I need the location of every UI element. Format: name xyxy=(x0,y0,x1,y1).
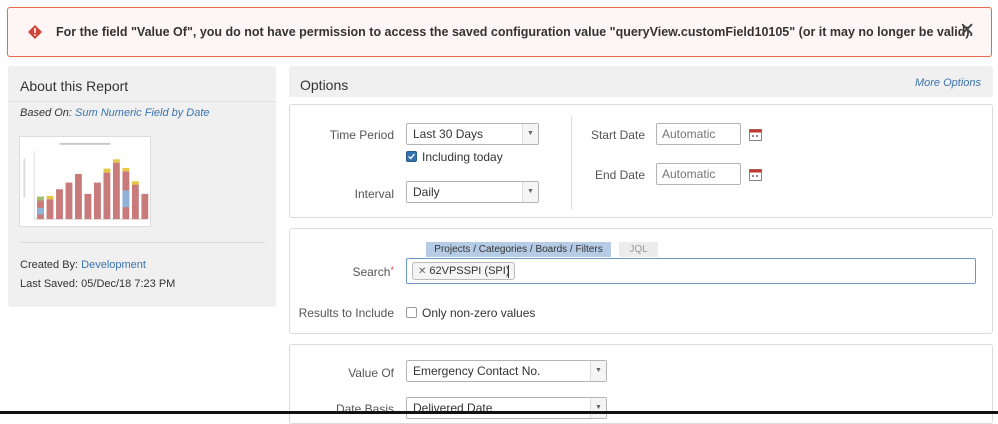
more-options-link[interactable]: More Options xyxy=(915,77,981,89)
report-thumbnail[interactable] xyxy=(19,136,151,227)
thumbnail-bar xyxy=(56,189,63,220)
based-on-link[interactable]: Sum Numeric Field by Date xyxy=(75,107,210,119)
thumbnail-bar-cap xyxy=(103,168,111,173)
created-by-label: Created By: xyxy=(20,259,79,271)
created-by-link[interactable]: Development xyxy=(81,259,146,271)
thumbnail-bar xyxy=(93,182,101,220)
chevron-down-icon: ▼ xyxy=(590,398,606,418)
check-icon xyxy=(408,153,415,160)
end-date-label: End Date xyxy=(594,168,645,182)
last-saved: Last Saved: 05/Dec/18 7:23 PM xyxy=(20,278,176,290)
thumbnail-bar xyxy=(103,172,111,220)
time-settings-box xyxy=(289,104,993,218)
text-caret xyxy=(508,265,509,278)
search-label: Search* xyxy=(300,265,394,279)
value-of-select[interactable]: Emergency Contact No. ▼ xyxy=(406,360,607,382)
thumbnail-bar xyxy=(46,199,54,220)
tab-projects-categories-boards-filters[interactable]: Projects / Categories / Boards / Filters xyxy=(426,242,611,257)
search-token[interactable]: ✕ 62VPSSPI (SPI) xyxy=(412,262,516,280)
results-include-label: Results to Include xyxy=(298,306,394,320)
thumbnail-bar xyxy=(75,173,82,220)
interval-label: Interval xyxy=(354,187,394,201)
thumbnail-bar xyxy=(65,182,73,220)
non-zero-checkbox[interactable] xyxy=(406,307,417,318)
thumbnail-bar xyxy=(84,193,92,220)
required-marker: * xyxy=(390,265,394,275)
warning-icon xyxy=(28,25,42,39)
search-label-text: Search xyxy=(352,265,391,279)
divider xyxy=(8,101,276,102)
alert-message: For the field "Value Of", you do not hav… xyxy=(56,25,973,39)
close-icon[interactable]: ✕ xyxy=(959,21,975,40)
thumbnail-bar-cap xyxy=(112,159,120,163)
thumbnail-title-line xyxy=(59,142,111,145)
value-of-label: Value Of xyxy=(348,366,394,380)
thumbnail-bar-segment xyxy=(37,207,44,215)
time-period-label: Time Period xyxy=(329,128,394,142)
value-of-value: Emergency Contact No. xyxy=(413,364,541,378)
options-header: Options More Options xyxy=(289,66,993,97)
interval-select[interactable]: Daily ▼ xyxy=(406,181,539,203)
start-date-label: Start Date xyxy=(590,128,645,142)
chevron-down-icon: ▼ xyxy=(522,124,538,144)
date-basis-select[interactable]: Delivered Date ▼ xyxy=(406,397,607,419)
thumbnail-bar-segment xyxy=(122,190,130,208)
about-title: About this Report xyxy=(20,78,129,94)
calendar-icon[interactable] xyxy=(749,168,762,181)
divider xyxy=(20,242,265,243)
options-title: Options xyxy=(300,77,349,93)
including-today-checkbox[interactable] xyxy=(406,151,417,162)
search-token-label: 62VPSSPI (SPI) xyxy=(429,265,510,277)
created-by: Created By: Development xyxy=(20,259,146,271)
thumbnail-bar xyxy=(141,193,149,220)
search-input[interactable]: ✕ 62VPSSPI (SPI) xyxy=(406,258,976,284)
chevron-down-icon: ▼ xyxy=(522,182,538,202)
thumbnail-bar xyxy=(112,162,120,220)
remove-token-icon[interactable]: ✕ xyxy=(418,266,426,277)
chevron-down-icon: ▼ xyxy=(590,361,606,381)
non-zero-label: Only non-zero values xyxy=(422,306,536,320)
start-date-input[interactable] xyxy=(656,123,741,145)
thumbnail-bar-cap xyxy=(122,167,130,172)
thumbnail-axis-label xyxy=(23,158,26,198)
thumbnail-bar-cap xyxy=(46,195,54,200)
error-alert: For the field "Value Of", you do not hav… xyxy=(7,7,992,57)
based-on-label: Based On: xyxy=(20,107,72,119)
time-period-value: Last 30 Days xyxy=(413,127,484,141)
interval-value: Daily xyxy=(413,185,440,199)
thumbnail-bar xyxy=(131,184,139,220)
thumbnail-bar-cap xyxy=(37,196,44,201)
about-report-panel: About this Report Based On: Sum Numeric … xyxy=(8,66,276,307)
thumbnail-bar-cap xyxy=(131,181,139,185)
calendar-icon[interactable] xyxy=(749,128,762,141)
time-period-select[interactable]: Last 30 Days ▼ xyxy=(406,123,539,145)
tab-jql[interactable]: JQL xyxy=(619,242,658,257)
end-date-input[interactable] xyxy=(656,163,741,185)
based-on: Based On: Sum Numeric Field by Date xyxy=(20,107,210,119)
including-today-label: Including today xyxy=(422,150,503,164)
